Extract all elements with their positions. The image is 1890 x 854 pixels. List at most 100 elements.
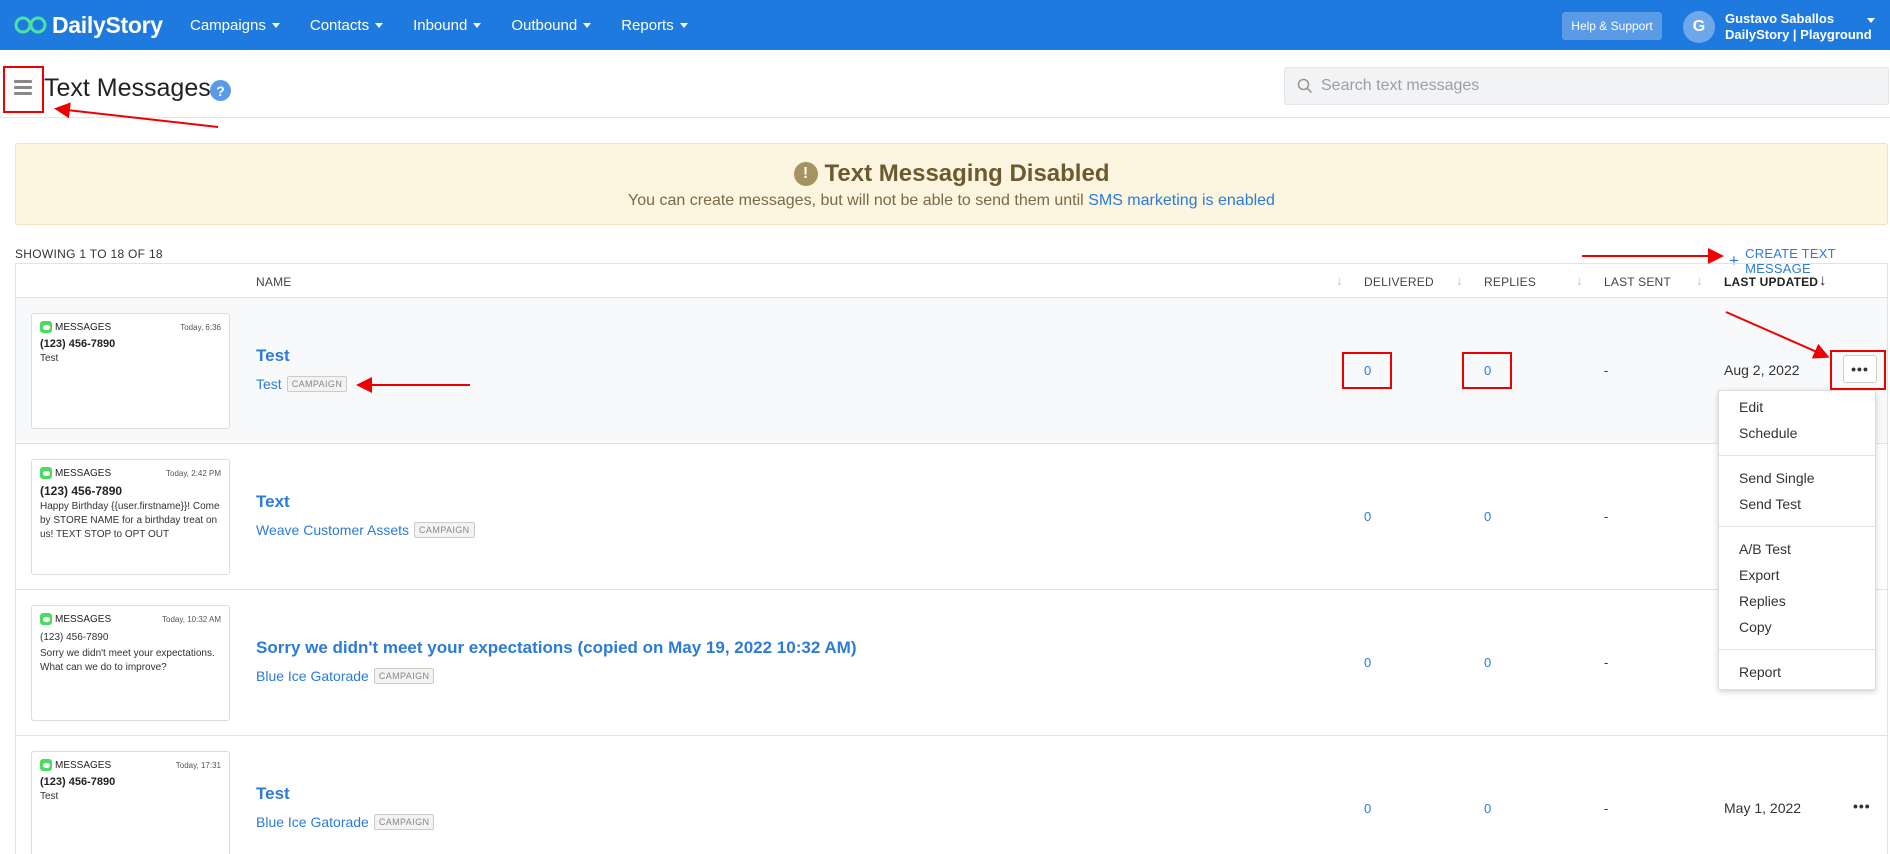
table-header: NAME ↓ DELIVERED ↓ REPLIES ↓ LAST SENT ↓… xyxy=(16,264,1887,298)
campaign-badge: CAMPAIGN xyxy=(286,376,348,392)
message-name-link[interactable]: Test xyxy=(256,784,290,804)
banner-title: Text Messaging Disabled xyxy=(824,160,1110,187)
table-row: MESSAGES Today, 2:42 PM (123) 456-7890 H… xyxy=(16,444,1887,590)
preview-phone: (123) 456-7890 xyxy=(40,338,116,350)
replies-count[interactable]: 0 xyxy=(1484,801,1491,816)
message-name-link[interactable]: Test xyxy=(256,346,290,366)
help-support-button[interactable]: Help & Support xyxy=(1562,12,1662,40)
message-name-link[interactable]: Text xyxy=(256,492,290,512)
nav-campaigns[interactable]: Campaigns xyxy=(190,17,280,34)
preview-app-label: MESSAGES xyxy=(55,759,112,771)
caret-down-icon[interactable] xyxy=(1867,18,1875,23)
avatar[interactable]: G xyxy=(1683,11,1715,43)
menu-item-export[interactable]: Export xyxy=(1739,567,1779,583)
annotation-box xyxy=(1830,350,1886,390)
preview-time: Today, 6:36 xyxy=(180,322,221,332)
sort-arrow-icon[interactable]: ↓ xyxy=(1456,273,1463,288)
caret-down-icon xyxy=(271,22,280,28)
annotation-box xyxy=(1342,352,1392,389)
menu-item-send-test[interactable]: Send Test xyxy=(1739,496,1801,512)
preview-body: Sorry we didn't meet your expectations. … xyxy=(40,648,215,673)
last-sent: - xyxy=(1604,509,1609,524)
preview-phone: (123) 456-7890 xyxy=(40,632,109,643)
search-box xyxy=(1284,67,1889,105)
nav-outbound[interactable]: Outbound xyxy=(511,17,592,34)
delivered-count[interactable]: 0 xyxy=(1364,509,1371,524)
col-name[interactable]: NAME xyxy=(256,275,291,289)
menu-item-edit[interactable]: Edit xyxy=(1739,399,1763,415)
menu-item-ab-test[interactable]: A/B Test xyxy=(1739,541,1791,557)
campaign-link[interactable]: Test xyxy=(256,376,282,392)
preview-app-label: MESSAGES xyxy=(55,467,112,479)
user-menu[interactable]: Gustavo Saballos DailyStory | Playground xyxy=(1725,11,1872,43)
caret-down-icon xyxy=(583,22,592,28)
last-updated: Aug 2, 2022 xyxy=(1724,362,1800,378)
messages-app-icon xyxy=(40,321,52,333)
preview-body: Test xyxy=(40,353,59,364)
campaign-link[interactable]: Blue Ice Gatorade xyxy=(256,668,369,684)
campaign-line: Blue Ice Gatorade CAMPAIGN xyxy=(256,814,435,830)
nav-contacts[interactable]: Contacts xyxy=(310,17,384,34)
more-dots-icon[interactable]: ••• xyxy=(1853,798,1871,814)
last-sent: - xyxy=(1604,801,1609,816)
nav-reports[interactable]: Reports xyxy=(621,17,688,34)
col-replies[interactable]: REPLIES xyxy=(1484,275,1536,289)
replies-count[interactable]: 0 xyxy=(1484,655,1491,670)
sort-arrow-icon[interactable]: ↓ xyxy=(1576,273,1583,288)
preview-time: Today, 17:31 xyxy=(175,760,221,770)
col-last-updated[interactable]: LAST UPDATED xyxy=(1724,275,1818,289)
last-updated: May 1, 2022 xyxy=(1724,800,1802,816)
campaign-link[interactable]: Blue Ice Gatorade xyxy=(256,814,369,830)
preview-app-label: MESSAGES xyxy=(55,613,112,625)
top-navbar: DailyStory Campaigns Contacts Inbound Ou… xyxy=(0,0,1890,50)
sms-marketing-link[interactable]: SMS marketing is enabled xyxy=(1088,192,1275,209)
banner-title-row: ! Text Messaging Disabled xyxy=(16,160,1887,188)
sort-arrow-icon[interactable]: ↓ xyxy=(1336,273,1343,288)
preview-body: Test xyxy=(40,791,59,802)
col-delivered[interactable]: DELIVERED xyxy=(1364,275,1434,289)
sms-disabled-banner: ! Text Messaging Disabled You can create… xyxy=(15,143,1888,225)
banner-message: You can create messages, but will not be… xyxy=(16,192,1887,210)
nav-label: Inbound xyxy=(413,16,468,34)
message-preview[interactable]: MESSAGES Today, 2:42 PM (123) 456-7890 H… xyxy=(31,459,230,575)
campaign-badge: CAMPAIGN xyxy=(373,814,435,830)
logo-icon xyxy=(14,16,47,34)
message-preview[interactable]: MESSAGES Today, 17:31 (123) 456-7890 Tes… xyxy=(31,751,230,854)
col-last-sent[interactable]: LAST SENT xyxy=(1604,275,1671,289)
logo[interactable]: DailyStory xyxy=(14,12,184,39)
campaign-badge: CAMPAIGN xyxy=(414,522,475,538)
message-name-link[interactable]: Sorry we didn't meet your expectations (… xyxy=(256,638,856,658)
preview-app-label: MESSAGES xyxy=(55,321,112,333)
menu-item-replies[interactable]: Replies xyxy=(1739,593,1786,609)
preview-header: MESSAGES Today, 2:42 PM xyxy=(40,467,221,479)
message-preview[interactable]: MESSAGES Today, 10:32 AM (123) 456-7890 … xyxy=(31,605,230,721)
replies-count[interactable]: 0 xyxy=(1484,509,1491,524)
annotation-box xyxy=(3,66,44,113)
preview-header: MESSAGES Today, 6:36 xyxy=(40,321,221,333)
menu-item-report[interactable]: Report xyxy=(1739,664,1781,680)
preview-body: Happy Birthday {{user.firstname}}! Come … xyxy=(40,501,220,540)
sort-arrow-icon[interactable]: ↓ xyxy=(1696,273,1703,288)
nav-inbound[interactable]: Inbound xyxy=(413,16,482,34)
table-row: MESSAGES Today, 17:31 (123) 456-7890 Tes… xyxy=(16,736,1887,854)
campaign-line: Test CAMPAIGN xyxy=(256,376,348,392)
messages-app-icon xyxy=(40,467,52,479)
page-title: Text Messages xyxy=(44,74,211,102)
campaign-link[interactable]: Weave Customer Assets xyxy=(256,522,409,538)
sort-desc-icon[interactable]: ↓ xyxy=(1819,272,1827,289)
preview-phone: (123) 456-7890 xyxy=(40,776,116,788)
search-input[interactable] xyxy=(1321,77,1861,95)
logo-text: DailyStory xyxy=(52,11,163,38)
delivered-count[interactable]: 0 xyxy=(1364,801,1371,816)
delivered-count[interactable]: 0 xyxy=(1364,655,1371,670)
preview-app: MESSAGES xyxy=(40,759,111,771)
menu-item-send-single[interactable]: Send Single xyxy=(1739,470,1815,486)
menu-divider xyxy=(1719,649,1875,650)
main-nav: Campaigns Contacts Inbound Outbound Repo… xyxy=(190,17,718,34)
help-icon[interactable]: ? xyxy=(210,80,231,101)
last-sent: - xyxy=(1604,363,1609,378)
menu-item-schedule[interactable]: Schedule xyxy=(1739,425,1797,441)
header-divider xyxy=(0,117,1890,118)
message-preview[interactable]: MESSAGES Today, 6:36 (123) 456-7890 Test xyxy=(31,313,230,429)
menu-item-copy[interactable]: Copy xyxy=(1739,619,1772,635)
